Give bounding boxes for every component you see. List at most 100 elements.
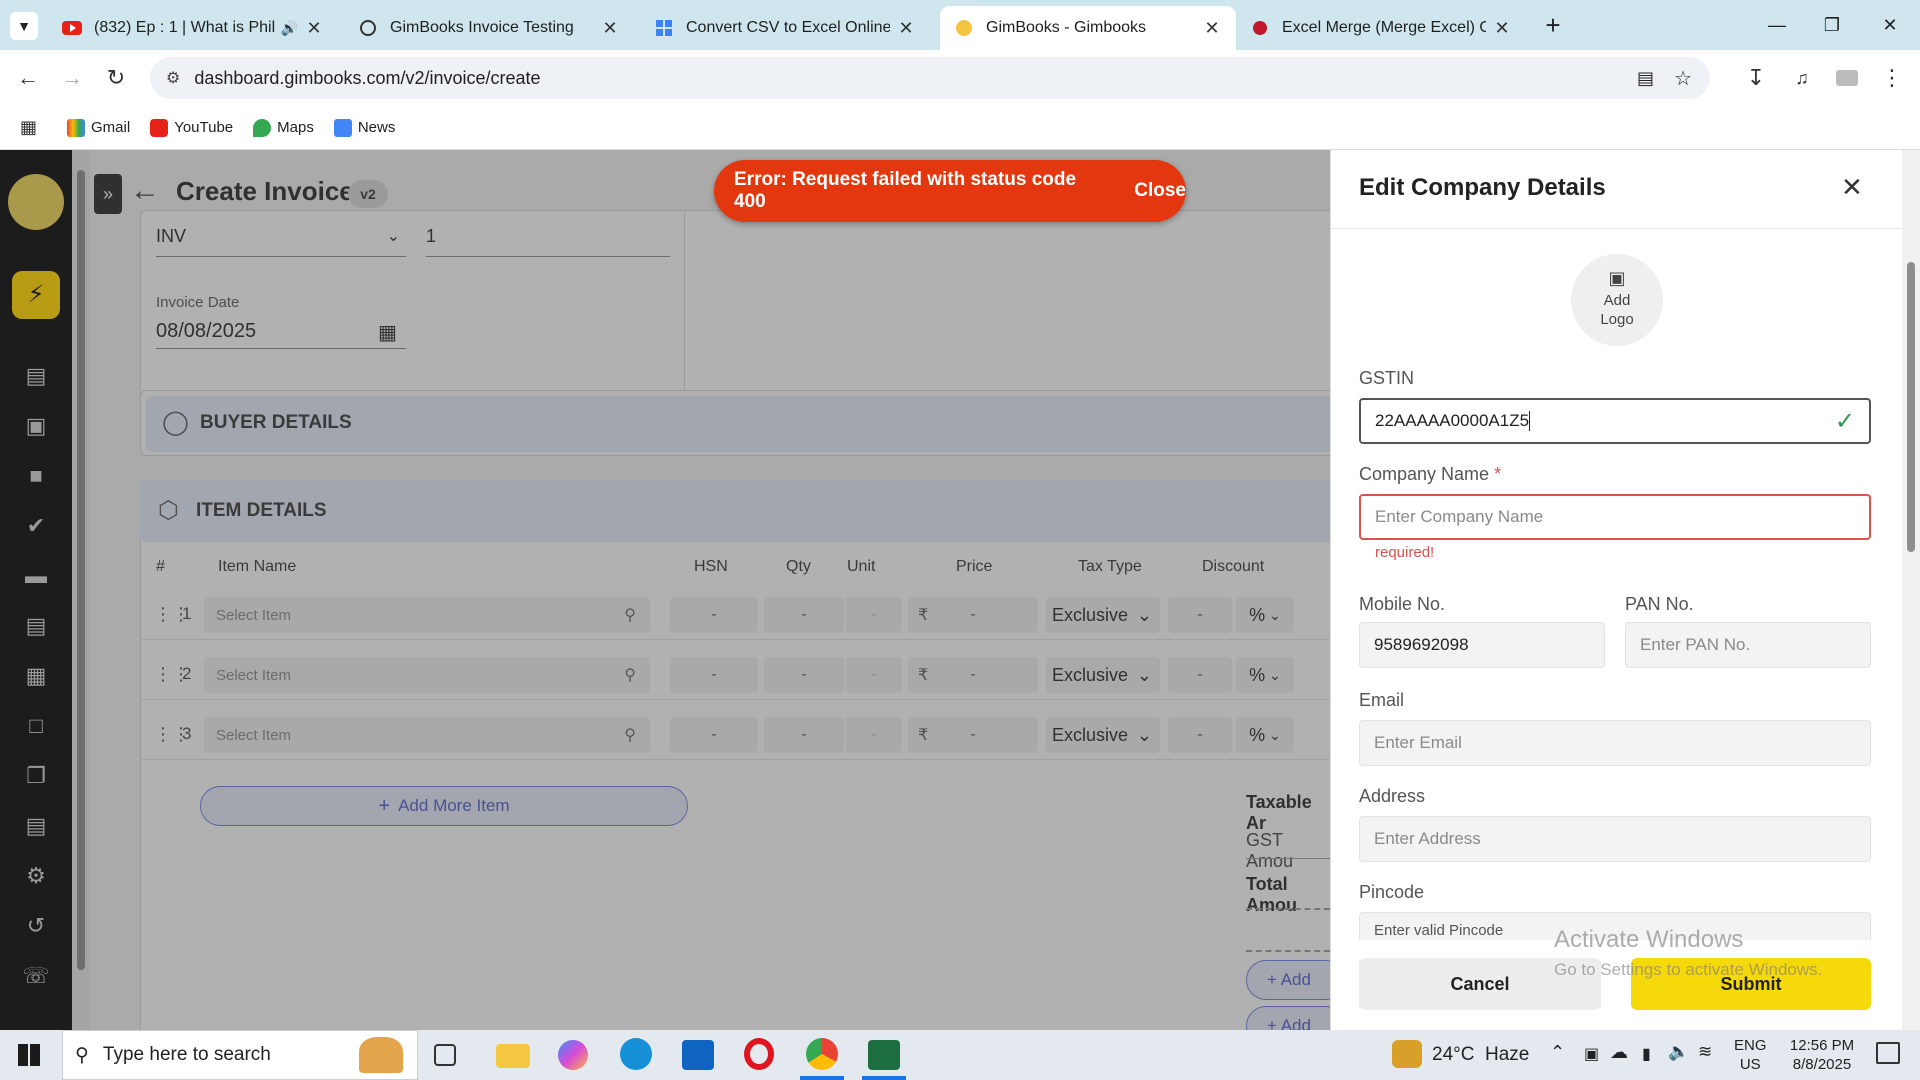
notification-icon[interactable] [1876,1042,1900,1064]
pan-input[interactable]: Enter PAN No. [1625,622,1871,668]
bookmark-news[interactable]: News [333,118,395,137]
tab-close-icon[interactable]: ✕ [1492,18,1512,39]
tab-csv-converter[interactable]: Convert CSV to Excel Online - T ✕ [640,6,930,50]
youtube-icon [150,118,169,137]
documents-icon[interactable]: □ [20,710,52,742]
volume-icon[interactable]: 🔈 [1668,1042,1689,1062]
tray-app-icon[interactable]: ▣ [1584,1044,1599,1064]
tab-gimbooks[interactable]: GimBooks - Gimbooks ✕ [940,6,1236,50]
outlook-icon[interactable] [682,1040,714,1070]
mobile-input[interactable]: 9589692098 [1359,622,1605,668]
tab-close-icon[interactable]: ✕ [600,18,620,39]
forward-arrow-icon[interactable]: → [56,62,88,94]
quick-action-icon[interactable]: ⚡ [12,271,60,319]
heart-icon [1250,18,1270,38]
tab-title: Convert CSV to Excel Online - T [686,19,890,36]
tab-youtube[interactable]: (832) Ep : 1 | What is Philoso 🔊 ✕ [48,6,338,50]
windows-taskbar: ⚲ Type here to search 24°C Haze ⌃ ▣ ☁ ▮ … [0,1030,1920,1080]
file-explorer-icon[interactable] [496,1044,530,1068]
bookmark-label: Maps [277,119,314,136]
tab-close-icon[interactable]: ✕ [304,18,324,39]
install-app-icon[interactable]: ▤ [1637,68,1654,89]
gstin-label: GSTIN [1359,368,1415,388]
cat-image-icon [359,1037,403,1073]
drawer-scrollbar[interactable] [1902,150,1920,1030]
apps-grid-icon[interactable]: ▦ [20,117,37,138]
tab-search-button[interactable]: ▼ [10,12,38,40]
bookmark-star-icon[interactable]: ☆ [1674,66,1692,91]
gstin-input[interactable]: 22AAAAA0000A1Z5 ✓ [1359,398,1871,444]
taskbar-search-box[interactable]: ⚲ Type here to search [62,1030,418,1080]
browser-menu-icon[interactable]: ⋮ [1876,62,1908,94]
tab-title: GimBooks - Gimbooks [986,19,1147,36]
sales-icon[interactable]: ▤ [20,360,52,392]
bookmark-gmail[interactable]: Gmail [67,118,130,137]
tab-excel-merge[interactable]: Excel Merge (Merge Excel) Onli ✕ [1236,6,1526,50]
scrollbar-thumb[interactable] [1907,262,1915,552]
speaker-icon[interactable]: 🔊 [281,20,298,37]
history-icon[interactable]: ↺ [20,910,52,942]
profile-avatar[interactable] [1836,70,1858,86]
downloads-icon[interactable]: ↧ [1740,62,1772,94]
bookmark-youtube[interactable]: YouTube [150,118,233,137]
company-name-input[interactable]: Enter Company Name [1359,494,1871,540]
bookmark-maps[interactable]: Maps [253,118,314,137]
address-bar[interactable]: ⚙ dashboard.gimbooks.com/v2/invoice/crea… [150,57,1710,99]
drawer-close-icon[interactable]: ✕ [1841,172,1863,203]
edge-icon[interactable] [620,1038,652,1070]
copy-icon[interactable]: ❐ [20,760,52,792]
weather-text[interactable]: 24°C Haze [1432,1044,1529,1066]
phone-support-icon[interactable]: ☏ [20,960,52,992]
battery-icon[interactable]: ▮ [1642,1044,1651,1064]
opera-icon[interactable] [744,1038,774,1070]
settings-gear-icon[interactable]: ⚙ [20,860,52,892]
calculator-icon[interactable]: ▦ [20,660,52,692]
chevron-up-icon[interactable]: ⌃ [1550,1042,1565,1063]
chrome-icon[interactable] [806,1038,838,1070]
tab-close-icon[interactable]: ✕ [896,18,916,39]
search-placeholder: Type here to search [102,1044,271,1065]
excel-icon[interactable] [868,1040,900,1070]
minimize-icon[interactable]: — [1757,8,1797,42]
expense-icon[interactable]: ✔ [20,510,52,542]
media-control-icon[interactable]: ♫ [1786,62,1818,94]
onedrive-icon[interactable]: ☁ [1610,1042,1628,1063]
activation-watermark-title: Activate Windows [1554,926,1744,953]
language-indicator[interactable]: ENG US [1734,1036,1767,1074]
weather-icon[interactable] [1392,1040,1422,1068]
email-placeholder: Enter Email [1374,733,1462,752]
wifi-icon[interactable]: ≋ [1698,1042,1712,1062]
new-tab-plus-icon[interactable]: + [1538,10,1568,40]
window-close-icon[interactable]: ✕ [1870,8,1910,42]
address-input[interactable]: Enter Address [1359,816,1871,862]
tab-close-icon[interactable]: ✕ [1202,18,1222,39]
windows-start-icon[interactable] [18,1044,40,1066]
maps-icon [253,118,272,137]
add-logo-button[interactable]: ▣ Add Logo [1571,254,1663,346]
restore-icon[interactable]: ❐ [1812,8,1852,42]
copilot-icon[interactable] [558,1040,588,1070]
task-view-icon[interactable] [434,1044,456,1066]
activation-watermark-text: Go to Settings to activate Windows. [1554,960,1823,979]
modal-backdrop[interactable] [72,150,1330,1030]
company-logo[interactable] [8,174,64,230]
email-input[interactable]: Enter Email [1359,720,1871,766]
reload-icon[interactable]: ↻ [100,62,132,94]
company-name-error: required! [1375,544,1435,561]
back-arrow-icon[interactable]: ← [12,62,44,94]
site-info-icon[interactable]: ⚙ [166,68,180,88]
active-app-indicator [862,1076,906,1080]
address-label: Address [1359,786,1426,806]
drawer-title: Edit Company Details [1359,174,1606,201]
delivery-truck-icon[interactable]: ■ [20,460,52,492]
toast-close-button[interactable]: Close [1134,180,1186,202]
clock[interactable]: 12:56 PM 8/8/2025 [1784,1036,1860,1074]
purchase-basket-icon[interactable]: ▣ [20,410,52,442]
reports-icon[interactable]: ▤ [20,610,52,642]
inventory-icon[interactable]: ▬ [20,560,52,592]
notes-icon[interactable]: ▤ [20,810,52,842]
bookmarks-bar: ▦ Gmail YouTube Maps News [0,106,1920,150]
tab-gimbooks-testing[interactable]: GimBooks Invoice Testing ✕ [344,6,634,50]
tab-title: Excel Merge (Merge Excel) Onli [1282,19,1486,36]
divider [1331,228,1903,229]
